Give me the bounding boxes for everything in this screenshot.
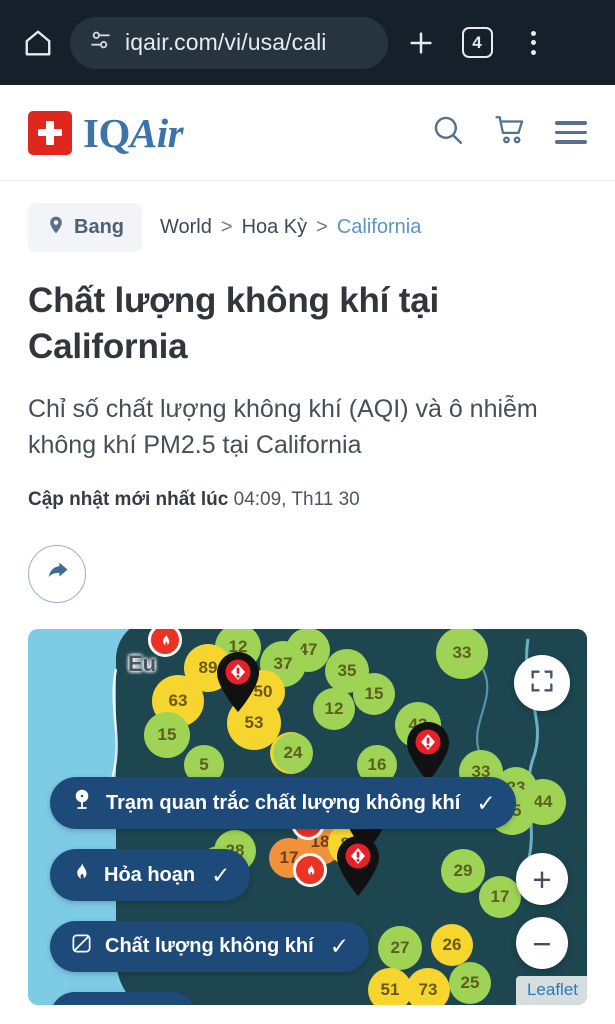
layer-toggle-fires-label: Hỏa hoạn (104, 863, 196, 886)
map-city-label-eureka: Eu (128, 651, 157, 677)
share-arrow-icon (43, 558, 71, 591)
share-button[interactable] (28, 545, 86, 604)
map-zoom-out-button[interactable]: − (516, 917, 568, 970)
flame-icon (70, 860, 92, 890)
page-title: Chất lượng không khí tại California (28, 281, 439, 367)
page-subtitle: Chỉ số chất lượng không khí (AQI) và ô n… (28, 395, 538, 459)
last-updated: Cập nhật mới nhất lúc 04:09, Th11 30 (28, 489, 587, 511)
layer-toggle-stations-check: ✓ (476, 789, 496, 816)
leaflet-attribution[interactable]: Leaflet (515, 976, 587, 1006)
logo-wordmark: IQAir (83, 109, 184, 157)
map-zoom-in-button[interactable]: + (516, 853, 568, 906)
state-badge[interactable]: Bang (28, 203, 142, 252)
fullscreen-icon (528, 667, 556, 700)
layer-toggle-wind[interactable]: Gió ✓ (50, 992, 197, 1006)
alert-marker[interactable] (214, 651, 262, 713)
map-zoom-out-label: − (532, 924, 552, 962)
breadcrumb-item-world[interactable]: World (160, 216, 212, 239)
last-updated-label: Cập nhật mới nhất lúc (28, 489, 229, 511)
aqi-layer-icon (70, 932, 93, 961)
layer-toggle-stations-label: Trạm quan trắc chất lượng không khí (106, 791, 461, 814)
site-header: IQAir (0, 85, 615, 181)
alert-marker[interactable] (404, 721, 452, 783)
layer-toggle-stations[interactable]: Trạm quan trắc chất lượng không khí ✓ (50, 777, 516, 830)
url-bar[interactable]: iqair.com/vi/usa/cali (70, 16, 388, 69)
header-actions (431, 113, 587, 152)
map-fullscreen-button[interactable] (514, 655, 570, 712)
wind-icon (70, 1003, 96, 1005)
layer-toggle-fires-check: ✓ (211, 861, 231, 888)
state-badge-label: Bang (74, 216, 124, 238)
map-zoom-in-label: + (532, 860, 552, 898)
tab-switcher-button[interactable]: 4 (454, 20, 500, 66)
page-content: Bang World > Hoa Kỳ > California Chất lư… (0, 181, 615, 604)
home-icon[interactable] (16, 21, 60, 65)
breadcrumb-separator: > (220, 216, 233, 238)
breadcrumb-list: World > Hoa Kỳ > California (160, 216, 421, 239)
station-icon (70, 788, 94, 818)
browser-toolbar: iqair.com/vi/usa/cali 4 (0, 0, 615, 85)
swiss-cross-icon (28, 110, 72, 155)
air-quality-map[interactable]: 1247338937355063121553431531165243323444… (28, 629, 587, 1006)
iqair-logo[interactable]: IQAir (28, 109, 184, 157)
layer-toggle-aqi[interactable]: Chất lượng không khí ✓ (50, 921, 369, 973)
last-updated-value: 04:09, Th11 30 (233, 489, 360, 511)
hamburger-icon[interactable] (555, 121, 587, 144)
cart-icon[interactable] (493, 113, 527, 152)
breadcrumb-separator: > (316, 216, 328, 238)
tab-count-badge: 4 (461, 27, 493, 58)
logo-air: Air (129, 109, 184, 156)
layer-toggle-fires[interactable]: Hỏa hoạn ✓ (50, 849, 251, 902)
logo-iq: IQ (83, 109, 130, 156)
layer-toggle-aqi-label: Chất lượng không khí (105, 935, 314, 958)
location-pin-icon (46, 213, 66, 242)
breadcrumb: Bang World > Hoa Kỳ > California (28, 181, 587, 252)
layer-toggle-aqi-check: ✓ (329, 933, 349, 960)
breadcrumb-item-country[interactable]: Hoa Kỳ (242, 216, 308, 239)
search-icon[interactable] (431, 113, 465, 152)
map-layer-toggles: Trạm quan trắc chất lượng không khí ✓ Hỏ… (50, 777, 516, 1006)
overflow-menu-icon[interactable] (510, 20, 556, 66)
url-text: iqair.com/vi/usa/cali (125, 29, 327, 55)
breadcrumb-item-california[interactable]: California (337, 216, 421, 239)
new-tab-button[interactable] (398, 20, 444, 66)
permission-tune-icon (88, 28, 113, 58)
